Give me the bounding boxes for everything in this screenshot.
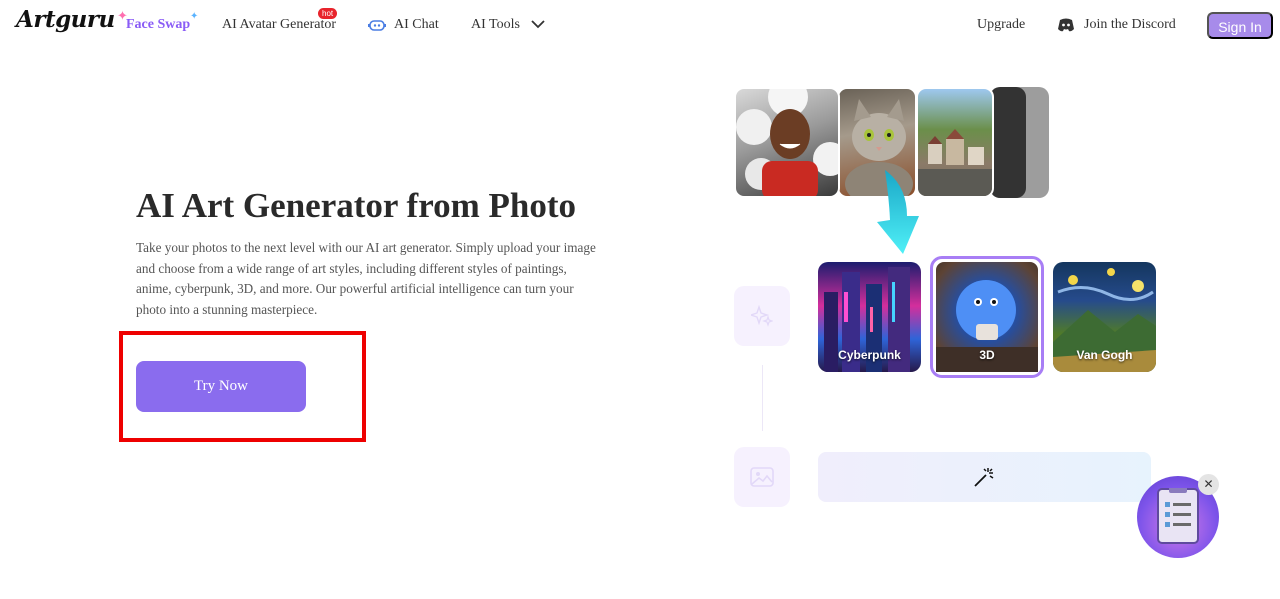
style-card-3d-selected[interactable]: 3D bbox=[930, 256, 1044, 378]
nav-ai-tools[interactable]: AI Tools bbox=[471, 17, 520, 33]
step-connector bbox=[762, 365, 763, 431]
magic-sparkles-icon bbox=[751, 305, 773, 327]
nav-join-discord[interactable]: Join the Discord bbox=[1084, 17, 1176, 33]
image-step-box bbox=[734, 447, 790, 507]
nav-upgrade[interactable]: Upgrade bbox=[977, 17, 1025, 33]
sign-in-button[interactable]: Sign In bbox=[1207, 12, 1273, 39]
nav-ai-chat[interactable]: AI Chat bbox=[394, 17, 439, 33]
style-image-3d: 3D bbox=[936, 262, 1038, 372]
image-icon bbox=[750, 467, 774, 487]
style-label-cyberpunk: Cyberpunk bbox=[838, 348, 901, 362]
style-card-cyberpunk[interactable]: Cyberpunk bbox=[818, 262, 921, 372]
top-nav: Artguru ✦ ✦ Face Swap AI Avatar Generato… bbox=[0, 0, 1280, 52]
generate-bar[interactable] bbox=[818, 452, 1151, 502]
chat-bot-icon bbox=[368, 20, 386, 31]
discord-icon bbox=[1058, 18, 1074, 32]
photo-stack-card bbox=[990, 87, 1026, 198]
hero-description: Take your photos to the next level with … bbox=[136, 240, 596, 317]
close-icon[interactable]: ✕ bbox=[1198, 474, 1219, 495]
nav-ai-avatar-generator[interactable]: AI Avatar Generator bbox=[222, 17, 336, 33]
style-step-box bbox=[734, 286, 790, 346]
magic-wand-icon bbox=[974, 468, 994, 487]
sample-photo-town bbox=[916, 87, 994, 198]
down-arrow-icon bbox=[877, 170, 919, 254]
sample-photo-man bbox=[734, 87, 840, 198]
hot-badge: hot bbox=[318, 8, 338, 19]
sparkle-icon: ✦ bbox=[190, 11, 199, 22]
style-label-van-gogh: Van Gogh bbox=[1076, 348, 1133, 362]
logo[interactable]: Artguru bbox=[16, 6, 115, 33]
style-label-3d: 3D bbox=[979, 348, 995, 362]
style-card-van-gogh[interactable]: Van Gogh bbox=[1053, 262, 1156, 372]
nav-face-swap[interactable]: Face Swap bbox=[126, 17, 190, 33]
chevron-down-icon[interactable] bbox=[531, 19, 545, 29]
page-title: AI Art Generator from Photo bbox=[136, 186, 576, 225]
clipboard-icon bbox=[1157, 488, 1199, 544]
highlight-box bbox=[119, 331, 366, 442]
